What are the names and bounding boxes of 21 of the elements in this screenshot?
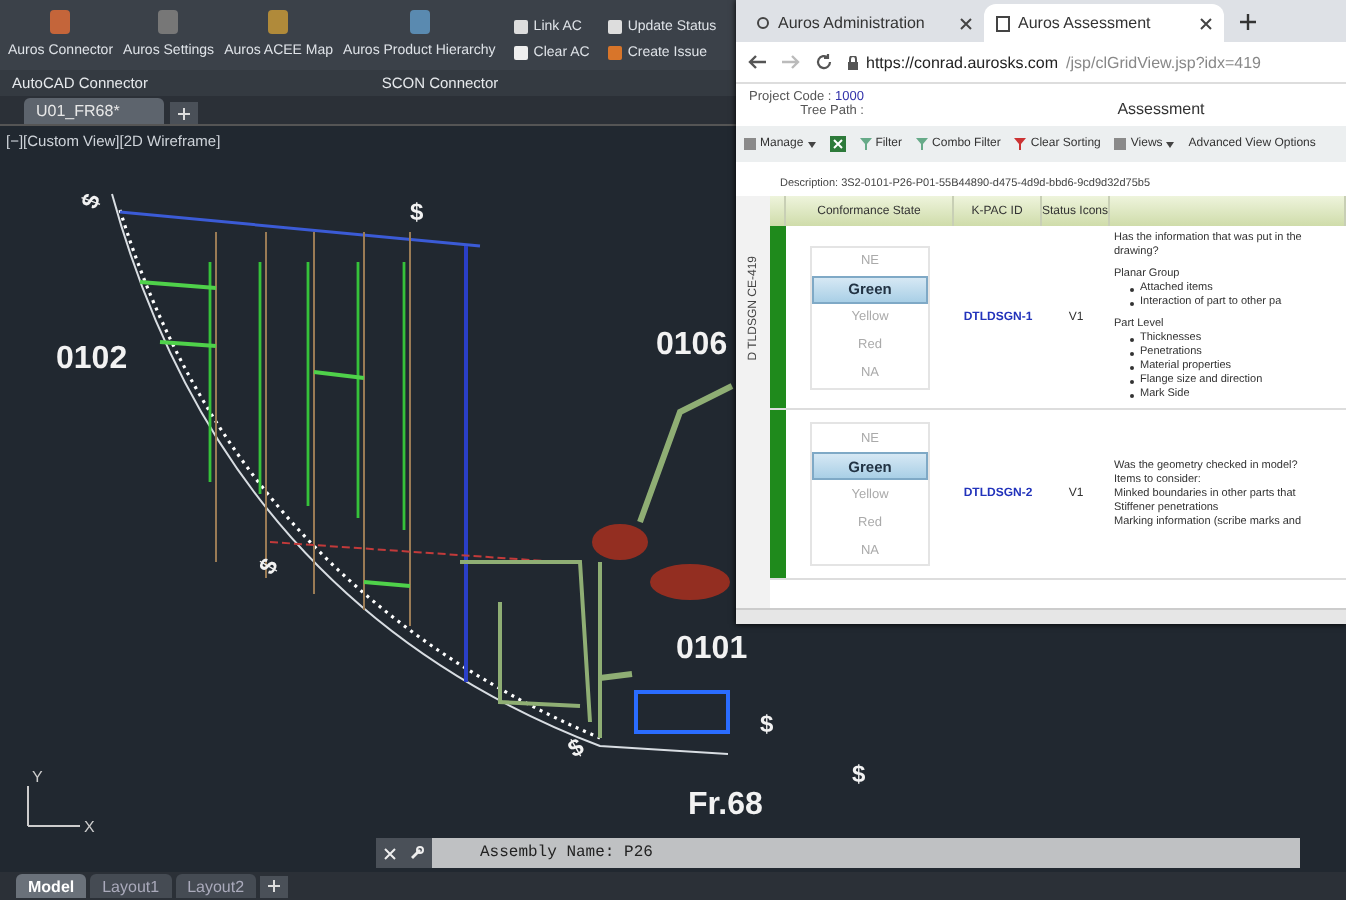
layout-tab[interactable]: Layout1 — [90, 874, 172, 898]
section-mark: $ — [760, 710, 774, 738]
layout-tab[interactable]: Layout2 — [175, 874, 257, 898]
axis-label: Y — [32, 768, 43, 786]
address-field[interactable]: https://conrad.aurosks.com /jsp/clGridView.jsp?idx=419 — [848, 53, 1334, 71]
drawing-label: 0102 — [56, 342, 128, 376]
command-input[interactable]: Assembly Name: P26 — [432, 838, 1300, 868]
section-mark: $ — [252, 553, 284, 579]
section-mark: $ — [852, 760, 866, 788]
section-mark: $ — [563, 732, 589, 764]
browser-tab[interactable]: Auros Administration — [744, 4, 984, 42]
axis-label: X — [84, 818, 95, 836]
section-mark: $ — [410, 198, 424, 226]
drawing-label: 0101 — [676, 632, 748, 666]
section-mark: $ — [75, 189, 107, 213]
file-tab[interactable]: U01_FR68* — [24, 98, 164, 124]
drawing-label: 0106 — [656, 328, 728, 362]
browser-tab[interactable]: Auros Assessment — [984, 4, 1224, 42]
page-title: Assessment — [1115, 98, 1207, 120]
drawing-label: Fr.68 — [688, 788, 763, 822]
layout-tab[interactable]: Model — [16, 874, 87, 898]
